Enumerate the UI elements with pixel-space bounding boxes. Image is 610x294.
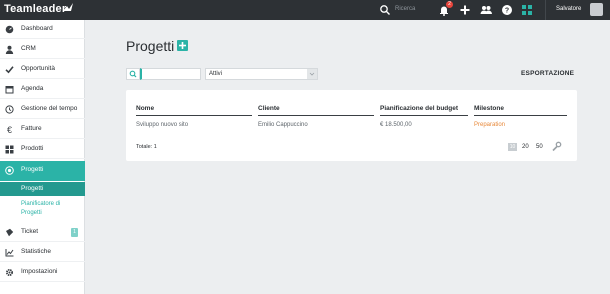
sidebar-subitem-label-line2: Progetti bbox=[21, 210, 42, 216]
topbar-divider bbox=[545, 0, 546, 20]
ticket-icon bbox=[6, 228, 14, 237]
sidebar-item-label: Gestione del tempo bbox=[21, 105, 78, 112]
clock-icon bbox=[5, 105, 14, 114]
header-underline bbox=[258, 115, 374, 116]
add-project-button[interactable] bbox=[177, 40, 188, 51]
search-icon bbox=[129, 70, 137, 78]
avatar[interactable] bbox=[590, 3, 603, 16]
target-icon bbox=[5, 166, 14, 175]
search-input[interactable]: Ricerca bbox=[395, 6, 415, 12]
sidebar-item-label: Dashboard bbox=[21, 25, 53, 32]
header-underline bbox=[136, 115, 252, 116]
sidebar-item-gestione-del-tempo[interactable]: Gestione del tempo bbox=[0, 101, 85, 119]
top-bar: Teamleader Ricerca 2 ? Salvatore bbox=[0, 0, 610, 20]
column-header-budget[interactable]: Pianificazione del budget bbox=[380, 105, 458, 112]
grid-icon bbox=[5, 145, 14, 154]
export-button[interactable]: ESPORTAZIONE bbox=[521, 70, 574, 77]
sidebar-subitem-progetti[interactable]: Progetti bbox=[0, 182, 85, 196]
search-icon[interactable] bbox=[379, 4, 391, 16]
wrench-icon[interactable] bbox=[551, 141, 562, 152]
page-title: Progetti bbox=[126, 38, 175, 54]
cell-budget: € 18.500,00 bbox=[380, 122, 412, 128]
sidebar: Dashboard CRM Opportunità Agenda Gestion… bbox=[0, 20, 85, 294]
app-logo[interactable]: Teamleader bbox=[4, 3, 66, 15]
sidebar-item-agenda[interactable]: Agenda bbox=[0, 81, 85, 99]
calendar-icon bbox=[5, 86, 14, 94]
dashboard-icon bbox=[5, 25, 14, 34]
search-button[interactable] bbox=[126, 68, 140, 80]
select-caret bbox=[307, 69, 317, 79]
cell-milestone[interactable]: Preparation bbox=[474, 122, 505, 128]
sidebar-item-label: CRM bbox=[21, 45, 36, 52]
status-filter-value: Attivi bbox=[209, 71, 223, 77]
total-count: Totale: 1 bbox=[136, 144, 157, 150]
column-header-cliente[interactable]: Cliente bbox=[258, 105, 280, 112]
column-header-nome[interactable]: Nome bbox=[136, 105, 154, 112]
svg-text:€: € bbox=[7, 125, 12, 134]
page-size-50[interactable]: 50 bbox=[536, 144, 543, 150]
sidebar-item-fatture[interactable]: € Fatture bbox=[0, 121, 85, 139]
euro-icon: € bbox=[7, 125, 12, 134]
user-name[interactable]: Salvatore bbox=[556, 6, 581, 12]
chart-icon bbox=[5, 249, 14, 257]
apps-grid-icon[interactable] bbox=[521, 4, 533, 16]
sidebar-item-statistiche[interactable]: Statistiche bbox=[0, 244, 85, 262]
header-underline bbox=[474, 115, 567, 116]
sidebar-item-label: Opportunità bbox=[21, 65, 55, 72]
person-icon bbox=[5, 45, 14, 54]
notification-badge: 2 bbox=[446, 1, 453, 8]
gear-icon bbox=[6, 269, 13, 276]
project-search-input[interactable] bbox=[140, 68, 201, 80]
logo-bird-icon bbox=[63, 3, 73, 11]
sidebar-item-label: Fatture bbox=[21, 125, 42, 132]
svg-text:?: ? bbox=[505, 8, 509, 15]
plus-icon[interactable] bbox=[459, 4, 471, 16]
sidebar-item-label: Impostazioni bbox=[21, 268, 58, 275]
users-icon[interactable] bbox=[480, 4, 492, 16]
cell-project-name[interactable]: Sviluppo nuovo sito bbox=[136, 122, 188, 128]
sidebar-item-prodotti[interactable]: Prodotti bbox=[0, 141, 85, 159]
check-icon bbox=[5, 66, 14, 74]
page-size-20[interactable]: 20 bbox=[522, 144, 529, 150]
ticket-count-badge: 1 bbox=[71, 228, 78, 237]
sidebar-subitem-label: Progetti bbox=[21, 185, 44, 192]
status-filter-select[interactable]: Attivi bbox=[205, 68, 318, 80]
sidebar-item-label: Statistiche bbox=[21, 248, 51, 255]
sidebar-item-label: Ticket bbox=[21, 228, 39, 235]
sidebar-item-label: Progetti bbox=[21, 166, 44, 173]
column-header-milestone[interactable]: Milestone bbox=[474, 105, 504, 112]
plus-icon bbox=[179, 42, 186, 49]
sidebar-subitem-label-line1: Pianificatore di bbox=[21, 201, 61, 207]
sidebar-item-crm[interactable]: CRM bbox=[0, 41, 85, 59]
page-size-10[interactable]: 10 bbox=[508, 143, 517, 151]
help-icon[interactable]: ? bbox=[501, 4, 513, 16]
header-underline bbox=[380, 115, 468, 116]
sidebar-item-ticket[interactable]: Ticket 1 bbox=[0, 224, 85, 242]
sidebar-subitem-pianificatore[interactable]: Pianificatore di Progetti bbox=[0, 200, 85, 222]
sidebar-item-label: Agenda bbox=[21, 85, 44, 92]
chevron-down-icon bbox=[309, 72, 315, 76]
sidebar-item-opportunita[interactable]: Opportunità bbox=[0, 61, 85, 79]
sidebar-item-impostazioni[interactable]: Impostazioni bbox=[0, 264, 85, 282]
sidebar-item-label: Prodotti bbox=[21, 145, 44, 152]
sidebar-item-dashboard[interactable]: Dashboard bbox=[0, 21, 85, 39]
cell-client[interactable]: Emilio Cappuccino bbox=[258, 122, 308, 128]
sidebar-item-progetti[interactable]: Progetti bbox=[0, 161, 85, 181]
